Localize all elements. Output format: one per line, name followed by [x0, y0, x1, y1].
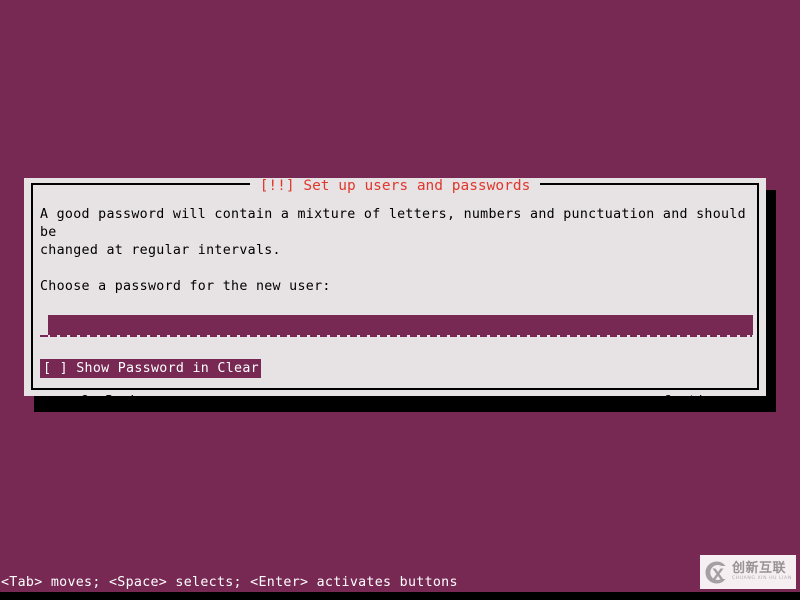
- installer-screen: [!!] Set up users and passwords A good p…: [0, 0, 800, 600]
- dialog-body: A good password will contain a mixture o…: [40, 206, 753, 409]
- password-input-underline: [40, 335, 752, 337]
- watermark: 创新互联 CHUANG XIN HU LIAN: [700, 555, 796, 589]
- watermark-chinese: 创新互联: [732, 561, 787, 577]
- screen-bottom-bar: [0, 592, 800, 600]
- setup-dialog: [!!] Set up users and passwords A good p…: [24, 178, 766, 409]
- password-prompt-label: Choose a password for the new user:: [40, 279, 331, 294]
- continue-button[interactable]: <Continue>: [653, 392, 740, 411]
- status-bar-hint: <Tab> moves; <Space> selects; <Enter> ac…: [0, 573, 800, 592]
- go-back-button[interactable]: <Go Back>: [70, 392, 149, 411]
- password-input[interactable]: [48, 315, 753, 335]
- watermark-logo-icon: [705, 560, 726, 584]
- watermark-text: 创新互联 CHUANG XIN HU LIAN: [732, 562, 792, 582]
- password-advice-text: A good password will contain a mixture o…: [40, 207, 746, 258]
- watermark-pinyin: CHUANG XIN HU LIAN: [732, 576, 792, 582]
- show-password-checkbox[interactable]: [ ] Show Password in Clear: [40, 359, 261, 378]
- dialog-button-row: <Go Back> <Continue>: [40, 392, 752, 412]
- password-input-row: [40, 314, 753, 340]
